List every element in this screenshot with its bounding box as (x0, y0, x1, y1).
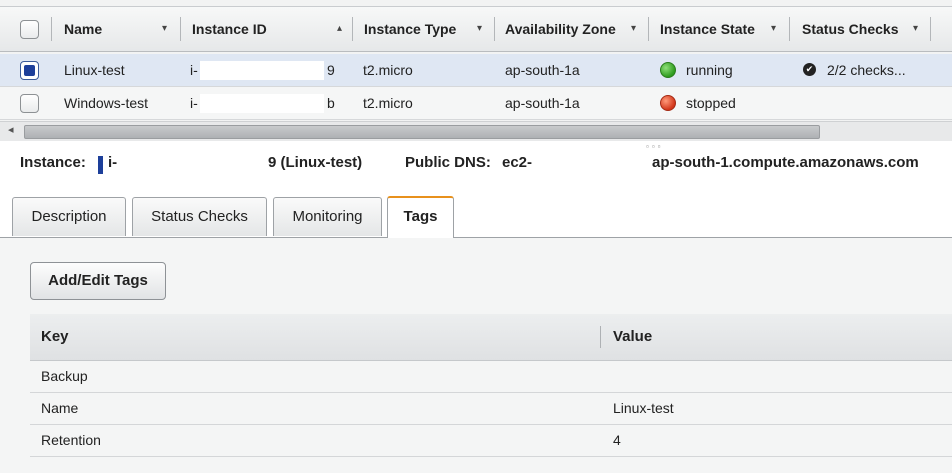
instance-state: running (686, 62, 733, 78)
column-label: Name (64, 21, 103, 37)
check-circle-icon: ✔ (803, 63, 816, 76)
tag-value: Linux-test (613, 400, 674, 416)
instances-table: Name ▾ Instance ID ▴ Instance Type ▾ Ava… (0, 0, 952, 141)
scrollbar-thumb[interactable] (24, 125, 820, 139)
tab-label: Description (31, 208, 107, 225)
column-header-availability-zone[interactable]: Availability Zone (505, 7, 616, 51)
column-divider (494, 17, 495, 41)
column-divider (789, 17, 790, 41)
redacted-instance-id (200, 61, 324, 80)
availability-zone: ap-south-1a (505, 95, 580, 111)
column-header-instance-type[interactable]: Instance Type (364, 7, 456, 51)
tag-row: Backup (30, 361, 952, 393)
instance-id-prefix: i- (108, 154, 118, 171)
column-label: Instance State (660, 21, 755, 37)
column-divider (600, 326, 601, 348)
add-edit-tags-button[interactable]: Add/Edit Tags (30, 262, 166, 300)
column-header-status-checks[interactable]: Status Checks (802, 7, 898, 51)
column-divider (648, 17, 649, 41)
instance-id-suffix: 9 (Linux-test) (268, 154, 363, 171)
column-header-instance-id[interactable]: Instance ID (192, 7, 267, 51)
sort-caret-icon[interactable]: ▾ (477, 24, 482, 34)
sort-caret-icon[interactable]: ▾ (771, 24, 776, 34)
sort-caret-icon[interactable]: ▾ (631, 24, 636, 34)
table-row[interactable]: Linux-test i- 9 t2.micro ap-south-1a run… (0, 54, 952, 87)
instance-type: t2.micro (363, 95, 413, 111)
select-all-checkbox[interactable] (20, 20, 39, 39)
sort-caret-icon[interactable]: ▴ (337, 24, 342, 34)
table-header: Name ▾ Instance ID ▴ Instance Type ▾ Ava… (0, 6, 952, 52)
table-row[interactable]: Windows-test i- b t2.micro ap-south-1a s… (0, 87, 952, 120)
tab-monitoring[interactable]: Monitoring (273, 197, 382, 236)
instance-name: Windows-test (64, 95, 149, 111)
scroll-left-arrow-icon[interactable]: ◂ (8, 123, 14, 136)
tab-status-checks[interactable]: Status Checks (132, 197, 267, 236)
sort-caret-icon[interactable]: ▾ (913, 24, 918, 34)
tag-value: 4 (613, 432, 621, 448)
instance-id-suffix: 9 (327, 62, 335, 78)
instance-summary: Instance: i- 9 (Linux-test) Public DNS: … (0, 150, 952, 178)
instance-label: Instance: (20, 154, 86, 171)
instance-id-prefix: i- (190, 95, 198, 111)
column-divider (352, 17, 353, 41)
column-header-name[interactable]: Name (64, 7, 102, 51)
public-dns-label: Public DNS: (405, 154, 491, 171)
status-checks[interactable]: 2/2 checks... (827, 54, 906, 86)
sort-caret-icon[interactable]: ▾ (162, 24, 167, 34)
tag-key: Backup (41, 368, 88, 384)
redacted-instance-id (200, 94, 324, 113)
column-label: Instance Type (364, 21, 457, 37)
tags-panel: Add/Edit Tags Key Value Backup Name Linu… (0, 238, 952, 473)
tab-description[interactable]: Description (12, 197, 126, 236)
availability-zone: ap-south-1a (505, 62, 580, 78)
instance-name: Linux-test (64, 62, 125, 78)
instance-type: t2.micro (363, 62, 413, 78)
tab-label: Tags (403, 208, 438, 225)
public-dns-prefix: ec2- (502, 154, 533, 171)
row-checkbox[interactable] (20, 94, 39, 113)
details-tabs: Description Status Checks Monitoring Tag… (0, 196, 952, 238)
tags-table-header: Key Value (30, 314, 952, 361)
tag-key: Name (41, 400, 79, 416)
running-status-icon (660, 62, 676, 78)
tab-label: Monitoring (292, 208, 363, 225)
tag-key: Retention (41, 432, 101, 448)
column-divider (180, 17, 181, 41)
column-label: Availability Zone (505, 21, 616, 37)
value-column-header: Value (613, 328, 653, 345)
column-divider (930, 17, 931, 41)
column-header-instance-state[interactable]: Instance State (660, 7, 755, 51)
row-checkbox[interactable] (20, 61, 39, 80)
tag-row: Retention 4 (30, 425, 952, 457)
public-dns-suffix: ap-south-1.compute.amazonaws.com (652, 154, 919, 171)
instance-id-suffix: b (327, 95, 335, 111)
tab-label: Status Checks (151, 208, 248, 225)
selection-marker (98, 156, 103, 174)
tab-tags[interactable]: Tags (387, 196, 454, 238)
instance-id-prefix: i- (190, 62, 198, 78)
stopped-status-icon (660, 95, 676, 111)
column-label: Instance ID (192, 21, 267, 37)
column-divider (51, 17, 52, 41)
column-label: Status Checks (802, 21, 899, 37)
instance-state: stopped (686, 95, 736, 111)
horizontal-scrollbar[interactable]: ◂ (0, 121, 952, 141)
tag-row: Name Linux-test (30, 393, 952, 425)
key-column-header: Key (41, 328, 69, 345)
